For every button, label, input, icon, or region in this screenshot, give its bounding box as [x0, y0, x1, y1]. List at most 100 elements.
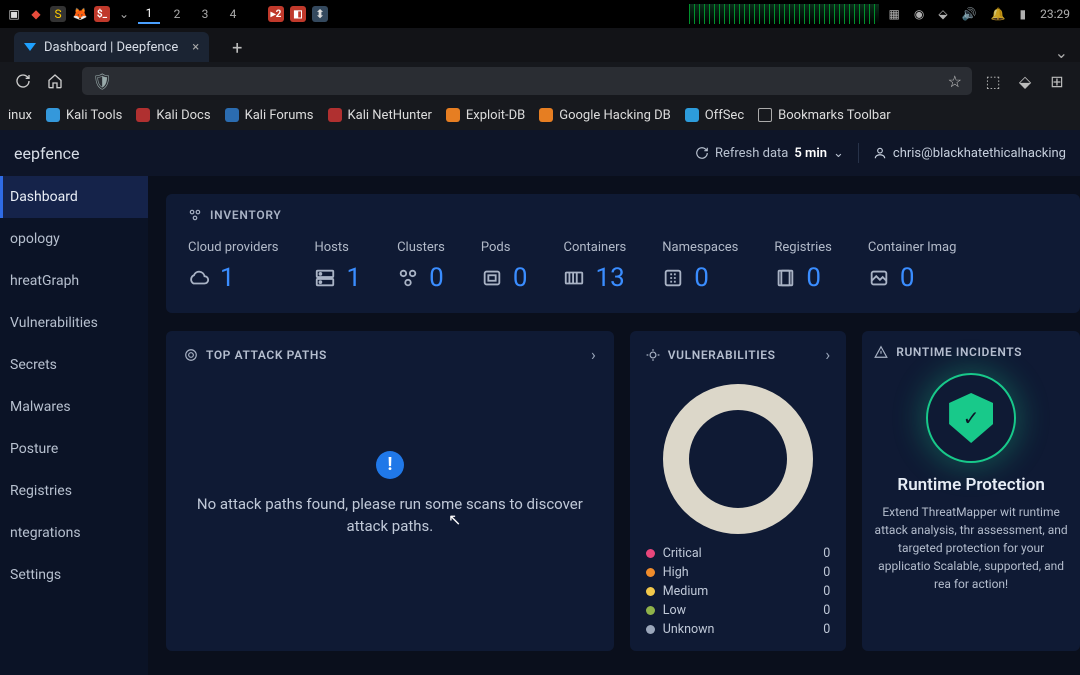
sidebar-item-posture[interactable]: Posture [0, 428, 148, 470]
os-taskbar: ▣ ◆ S 🦊 $_ ⌄ 1 2 3 4 ▸2 ◧ ⬍ ▦ ◉ ⬙ 🔊 🔔 ▮ … [0, 0, 1080, 28]
downloads-icon[interactable]: ⬚ [982, 70, 1004, 92]
bookmark-item[interactable]: Kali NetHunter [328, 108, 432, 123]
bookmark-item[interactable]: OffSec [685, 108, 744, 123]
sidebar-item-threatgraph[interactable]: hreatGraph [0, 260, 148, 302]
reload-button[interactable] [12, 70, 34, 92]
inventory-stat[interactable]: Container Imag0 [868, 240, 957, 293]
address-bar[interactable]: 🛡 ☆ [82, 67, 972, 95]
pod-icon [481, 267, 503, 289]
home-button[interactable] [44, 70, 66, 92]
bookmark-star-icon[interactable]: ☆ [948, 72, 962, 91]
stat-value: 13 [595, 263, 624, 293]
browser-tab[interactable]: Dashboard | Deepfence × [14, 32, 209, 62]
bookmark-item[interactable]: Kali Forums [225, 108, 314, 123]
namespace-icon [662, 267, 684, 289]
inventory-stat[interactable]: Namespaces0 [662, 240, 738, 293]
bookmark-item[interactable]: Bookmarks Toolbar [758, 108, 891, 123]
expand-icon[interactable]: › [825, 345, 830, 364]
stat-label: Container Imag [868, 240, 957, 255]
runtime-incidents-card: RUNTIME INCIDENTS ✓ Runtime Protection E… [862, 331, 1080, 651]
close-tab-icon[interactable]: × [192, 40, 199, 55]
chevron-down-icon[interactable]: ⌄ [116, 6, 132, 22]
legend-dot [646, 549, 655, 558]
inventory-stat[interactable]: Pods0 [481, 240, 528, 293]
inventory-stat[interactable]: Registries0 [774, 240, 832, 293]
warning-icon [874, 345, 888, 359]
container-icon [563, 267, 585, 289]
wifi-icon[interactable]: ⬙ [938, 7, 947, 21]
extensions-icon[interactable]: ⬙ [1014, 70, 1036, 92]
card-title: RUNTIME INCIDENTS [896, 345, 1022, 359]
legend-item: Critical0 [646, 546, 830, 561]
legend-item: High0 [646, 565, 830, 580]
legend-count: 0 [823, 622, 830, 637]
stat-label: Clusters [397, 240, 445, 255]
tray-icon[interactable]: ◧ [290, 6, 306, 22]
tray-icon[interactable]: ▸2 [268, 6, 284, 22]
browser-urlbar: 🛡 ☆ ⬚ ⬙ ⊞ [0, 62, 1080, 100]
sidebar-item-integrations[interactable]: ntegrations [0, 512, 148, 554]
app-icon[interactable]: ◆ [28, 6, 44, 22]
volume-icon[interactable]: 🔊 [962, 7, 977, 21]
inventory-icon [188, 208, 202, 222]
bug-icon [646, 348, 660, 362]
sidebar-item-topology[interactable]: opology [0, 218, 148, 260]
favicon-icon [24, 43, 36, 51]
inventory-stat[interactable]: Cloud providers1 [188, 240, 278, 293]
workspace-2[interactable]: 2 [166, 4, 188, 24]
clock[interactable]: 23:29 [1040, 7, 1070, 21]
sidebar-item-registries[interactable]: Registries [0, 470, 148, 512]
resource-graph [689, 4, 879, 24]
app-icon[interactable]: ▣ [6, 6, 22, 22]
inventory-card: INVENTORY Cloud providers1 Hosts1 Clusters… [166, 194, 1080, 313]
sidebar-item-vulnerabilities[interactable]: Vulnerabilities [0, 302, 148, 344]
legend-name: Medium [663, 584, 823, 599]
terminal-icon[interactable]: $_ [94, 6, 110, 22]
camera-icon[interactable]: ◉ [914, 7, 924, 21]
sidebar-item-malwares[interactable]: Malwares [0, 386, 148, 428]
tray-icon[interactable]: ⬍ [312, 6, 328, 22]
legend-name: Critical [663, 546, 823, 561]
all-tabs-button[interactable]: ⌄ [1055, 43, 1068, 62]
battery-icon[interactable]: ▮ [1020, 7, 1027, 21]
sidebar-item-dashboard[interactable]: Dashboard [0, 176, 148, 218]
target-icon [184, 348, 198, 362]
legend-dot [646, 587, 655, 596]
sidebar-item-secrets[interactable]: Secrets [0, 344, 148, 386]
vulnerabilities-card: VULNERABILITIES › Critical0High0Medium0L… [630, 331, 846, 651]
tray-icon[interactable]: ▦ [889, 7, 900, 21]
sidebar-item-settings[interactable]: Settings [0, 554, 148, 596]
card-title: INVENTORY [210, 208, 282, 222]
app-icon[interactable]: S [50, 6, 66, 22]
alert-icon: ! [376, 451, 404, 479]
app-logo[interactable]: eepfence [14, 144, 80, 163]
bookmark-item[interactable]: Exploit-DB [446, 108, 525, 123]
workspace-4[interactable]: 4 [222, 4, 244, 24]
cluster-icon [397, 267, 419, 289]
bookmark-item[interactable]: Kali Tools [46, 108, 122, 123]
expand-icon[interactable]: › [591, 345, 596, 364]
refresh-interval: 5 min [794, 146, 827, 161]
inventory-stat[interactable]: Containers13 [563, 240, 626, 293]
bookmark-item[interactable]: inux [8, 108, 32, 123]
workspace-1[interactable]: 1 [138, 4, 160, 24]
inventory-stat[interactable]: Hosts1 [314, 240, 361, 293]
stat-value: 0 [513, 263, 528, 293]
refresh-label: Refresh data [715, 146, 788, 161]
bookmarks-bar: inux Kali Tools Kali Docs Kali Forums Ka… [0, 100, 1080, 130]
notification-icon[interactable]: 🔔 [991, 7, 1006, 21]
browser-tabstrip: Dashboard | Deepfence × + ⌄ [0, 28, 1080, 62]
runtime-heading: Runtime Protection [874, 475, 1068, 495]
menu-icon[interactable]: ⊞ [1046, 70, 1068, 92]
new-tab-button[interactable]: + [223, 34, 251, 62]
chevron-down-icon: ⌄ [833, 146, 844, 161]
refresh-control[interactable]: Refresh data 5 min ⌄ [695, 146, 844, 161]
firefox-icon[interactable]: 🦊 [72, 6, 88, 22]
user-menu[interactable]: chris@blackhatethicalhacking [873, 146, 1066, 161]
shield-icon[interactable]: 🛡 [92, 72, 112, 91]
workspace-3[interactable]: 3 [194, 4, 216, 24]
bookmark-item[interactable]: Google Hacking DB [539, 108, 671, 123]
bookmark-item[interactable]: Kali Docs [136, 108, 210, 123]
stat-value: 0 [806, 263, 821, 293]
inventory-stat[interactable]: Clusters0 [397, 240, 445, 293]
